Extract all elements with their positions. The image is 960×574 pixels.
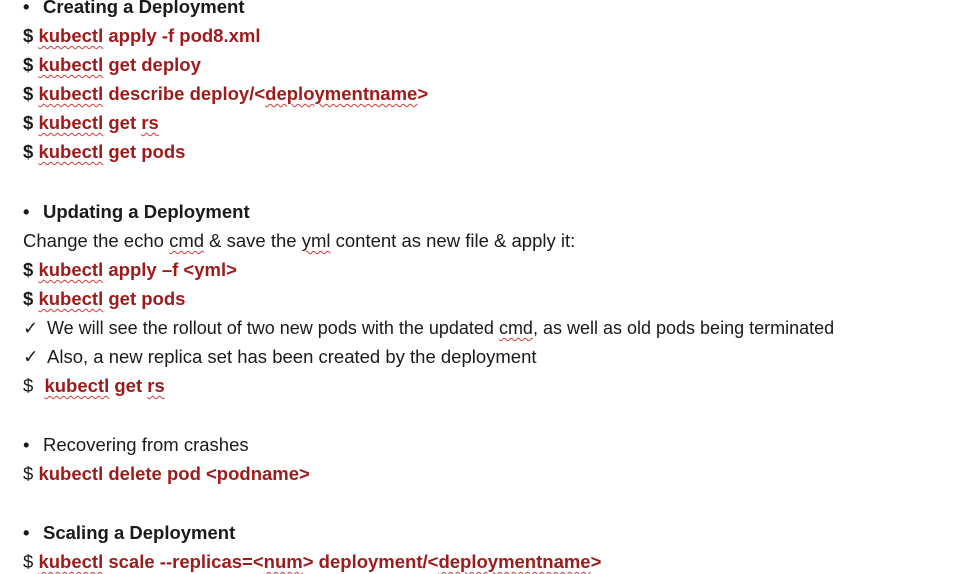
prompt-dollar: $ [23, 259, 34, 280]
command-args: apply -f pod8.xml [103, 25, 261, 46]
prompt-dollar: $ [23, 288, 34, 309]
prompt-dollar: $ [23, 463, 34, 484]
command-line: $ kubectl apply -f pod8.xml [23, 24, 261, 48]
check-item: ✓ Also, a new replica set has been create… [23, 345, 537, 369]
check-item: ✓ We will see the rollout of two new pods… [23, 316, 834, 340]
command-args: get pods [103, 288, 186, 309]
command-tool: kubectl [38, 551, 104, 572]
command-arg-placeholder: deploymentname [265, 83, 418, 104]
command-tool: kubectl [38, 141, 104, 162]
command-tool: kubectl [38, 54, 104, 75]
bullet-icon: • [23, 201, 30, 222]
text: & save the [204, 230, 302, 251]
prompt-dollar: $ [23, 112, 34, 133]
heading-scaling-deployment: • Scaling a Deployment [23, 521, 235, 545]
command-line: $ kubectl get deploy [23, 53, 201, 77]
text: Also, a new replica set has been created… [47, 346, 537, 367]
command-args: get pods [103, 141, 186, 162]
command-tool: kubectl [38, 83, 104, 104]
command-line: $ kubectl get pods [23, 140, 185, 164]
prompt-dollar: $ [23, 375, 34, 396]
command-tool: kubectl [38, 25, 104, 46]
command-args-end: > [590, 551, 602, 572]
prompt-dollar: $ [23, 25, 34, 46]
text-word: cmd [169, 230, 205, 251]
command-tool: kubectl [38, 463, 104, 484]
command-line: $ kubectl get pods [23, 287, 185, 311]
text: , as well as old pods being terminated [532, 318, 835, 338]
command-args: > deployment/< [302, 551, 439, 572]
command-tool: kubectl [38, 259, 104, 280]
checkmark-icon: ✓ [23, 346, 39, 367]
text: We will see the rollout of two new pods … [47, 318, 499, 338]
command-line: $ kubectl get rs [23, 111, 159, 135]
text: content as new file & apply it: [330, 230, 576, 251]
heading-recovering: • Recovering from crashes [23, 433, 249, 457]
command-tool: kubectl [38, 112, 104, 133]
text: Change the echo [23, 230, 170, 251]
bullet-icon: • [23, 0, 30, 17]
heading-text: Updating a Deployment [43, 201, 250, 222]
command-args-end: > [417, 83, 429, 104]
command-arg-resource: rs [141, 112, 159, 133]
heading-text: Scaling a Deployment [43, 522, 236, 543]
command-tool: kubectl [38, 288, 104, 309]
command-line: $ kubectl describe deploy/<deploymentnam… [23, 82, 428, 106]
command-args: apply –f <yml> [103, 259, 237, 280]
command-args: get [109, 375, 148, 396]
checkmark-icon: ✓ [23, 318, 39, 338]
text-word: yml [301, 230, 331, 251]
command-args: delete pod <podname> [103, 463, 310, 484]
command-line: $ kubectl apply –f <yml> [23, 258, 237, 282]
command-line: $ kubectl delete pod <podname> [23, 462, 310, 486]
command-args: scale --replicas=< [103, 551, 264, 572]
command-arg-resource: rs [147, 375, 165, 396]
prompt-dollar: $ [23, 54, 34, 75]
heading-creating-deployment: • Creating a Deployment [23, 0, 245, 19]
bullet-icon: • [23, 522, 30, 543]
command-args: get deploy [103, 54, 201, 75]
heading-text: Creating a Deployment [43, 0, 245, 17]
command-tool: kubectl [44, 375, 110, 396]
command-args: describe deploy/< [103, 83, 266, 104]
heading-updating-deployment: • Updating a Deployment [23, 200, 250, 224]
command-line: $ kubectl get rs [23, 374, 165, 398]
prompt-dollar: $ [23, 141, 34, 162]
command-arg-placeholder: num [263, 551, 303, 572]
text-word: cmd [498, 318, 533, 338]
heading-text: Recovering from crashes [43, 434, 249, 455]
command-args: get [103, 112, 142, 133]
prompt-dollar: $ [23, 83, 34, 104]
prompt-dollar: $ [23, 551, 34, 572]
bullet-icon: • [23, 434, 30, 455]
update-description: Change the echo cmd & save the yml conte… [23, 229, 575, 253]
command-line: $ kubectl scale --replicas=<num> deploym… [23, 550, 601, 574]
command-arg-placeholder: deploymentname [438, 551, 591, 572]
